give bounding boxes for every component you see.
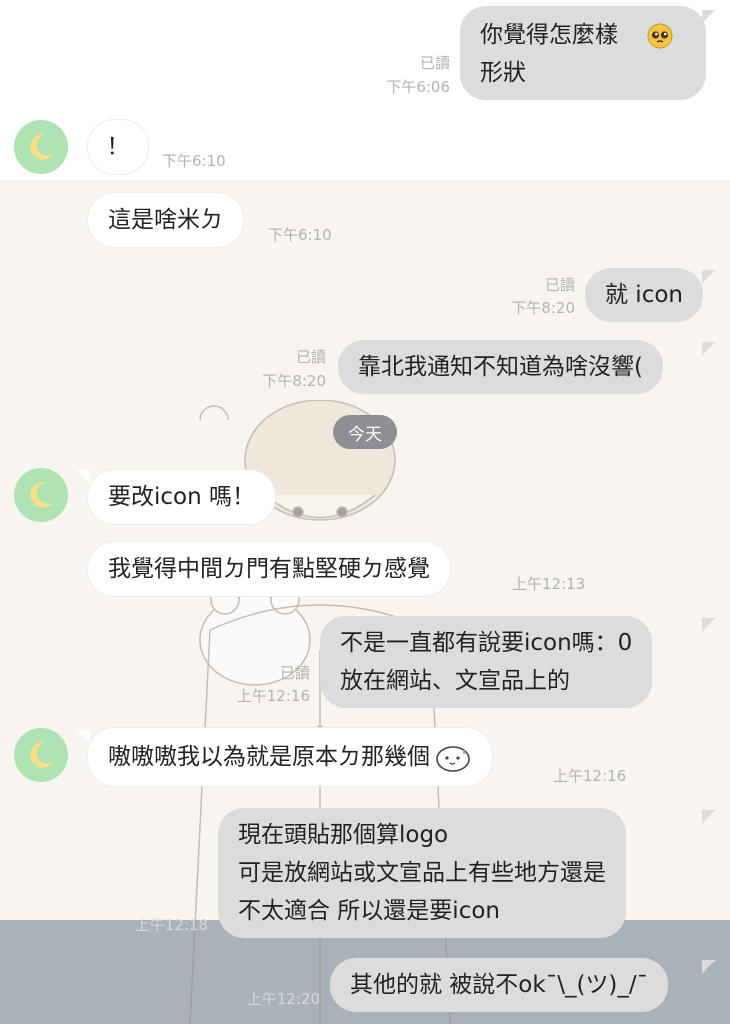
message-bubble-in[interactable]: 嗷嗷嗷我以為就是原本ㄉ那幾個 <box>88 728 492 786</box>
bubble-tail <box>702 270 716 284</box>
message-bubble-out[interactable]: 就 icon <box>585 268 703 322</box>
message-time: 上午12:20 <box>246 990 320 1008</box>
message-text: 靠北我通知不知道為啥沒響( <box>358 354 643 380</box>
pleading-face-icon <box>647 23 673 49</box>
crescent-moon-icon <box>30 741 54 768</box>
message-time: 下午6:06 <box>386 78 450 96</box>
bubble-tail <box>76 122 90 136</box>
message-text: 嗷嗷嗷我以為就是原本ㄉ那幾個 <box>108 744 430 770</box>
message-text: ！ <box>106 134 130 160</box>
read-receipt: 已讀 <box>295 348 326 366</box>
contact-avatar[interactable] <box>14 120 68 174</box>
bubble-tail <box>702 810 716 824</box>
message-bubble-out[interactable]: 你覺得怎麼樣 形狀 <box>460 6 706 100</box>
bubble-tail <box>702 960 716 974</box>
contact-avatar[interactable] <box>14 728 68 782</box>
message-bubble-in[interactable]: 要改icon 嗎！ <box>88 470 275 524</box>
message-time: 下午8:20 <box>262 372 326 390</box>
message-bubble-out[interactable]: 現在頭貼那個算logo 可是放網站或文宣品上有些地方還是 不太適合 所以還是要i… <box>218 808 626 938</box>
bubble-tail <box>702 10 716 24</box>
sweat-blob-sticker-icon <box>436 746 470 772</box>
contact-avatar[interactable] <box>14 468 68 522</box>
bubble-tail <box>76 470 90 484</box>
message-time: 下午6:10 <box>268 226 332 244</box>
message-time: 下午6:10 <box>162 152 226 170</box>
message-text: 就 icon <box>605 282 683 308</box>
message-text: 要改icon 嗎！ <box>108 484 255 510</box>
read-receipt: 已讀 <box>279 664 310 682</box>
message-bubble-out[interactable]: 不是一直都有說要icon嗎：0 放在網站、文宣品上的 <box>320 616 653 708</box>
message-text: 不是一直都有說要icon嗎：0 放在網站、文宣品上的 <box>340 630 633 694</box>
message-text: 這是啥米ㄉ <box>108 207 223 233</box>
read-receipt: 已讀 <box>544 276 575 294</box>
message-time: 上午12:18 <box>134 916 208 934</box>
read-receipt: 已讀 <box>419 54 450 72</box>
message-bubble-out[interactable]: 靠北我通知不知道為啥沒響( <box>338 340 663 394</box>
message-text: 你覺得怎麼樣 形狀 <box>480 22 618 86</box>
message-text: 其他的就 被說不ok¯\_(ツ)_/¯ <box>350 972 649 998</box>
message-text: 我覺得中間ㄉ門有點堅硬ㄉ感覺 <box>108 556 430 582</box>
message-bubble-in[interactable]: 我覺得中間ㄉ門有點堅硬ㄉ感覺 <box>88 542 450 596</box>
message-bubble-in[interactable]: 這是啥米ㄉ <box>88 193 243 247</box>
message-bubble-out[interactable]: 其他的就 被說不ok¯\_(ツ)_/¯ <box>330 958 669 1012</box>
message-bubble-in[interactable]: ！ <box>88 120 148 174</box>
bubble-tail <box>76 730 90 744</box>
message-time: 上午12:16 <box>553 767 627 785</box>
crescent-moon-icon <box>30 481 54 508</box>
message-time: 下午8:20 <box>511 299 575 317</box>
date-divider: 今天 <box>333 415 397 449</box>
crescent-moon-icon <box>30 133 54 160</box>
message-time: 上午12:16 <box>236 687 310 705</box>
bubble-tail <box>702 342 716 356</box>
message-time: 上午12:13 <box>512 575 586 593</box>
bubble-tail <box>702 618 716 632</box>
message-text: 現在頭貼那個算logo 可是放網站或文宣品上有些地方還是 不太適合 所以還是要i… <box>238 822 606 924</box>
